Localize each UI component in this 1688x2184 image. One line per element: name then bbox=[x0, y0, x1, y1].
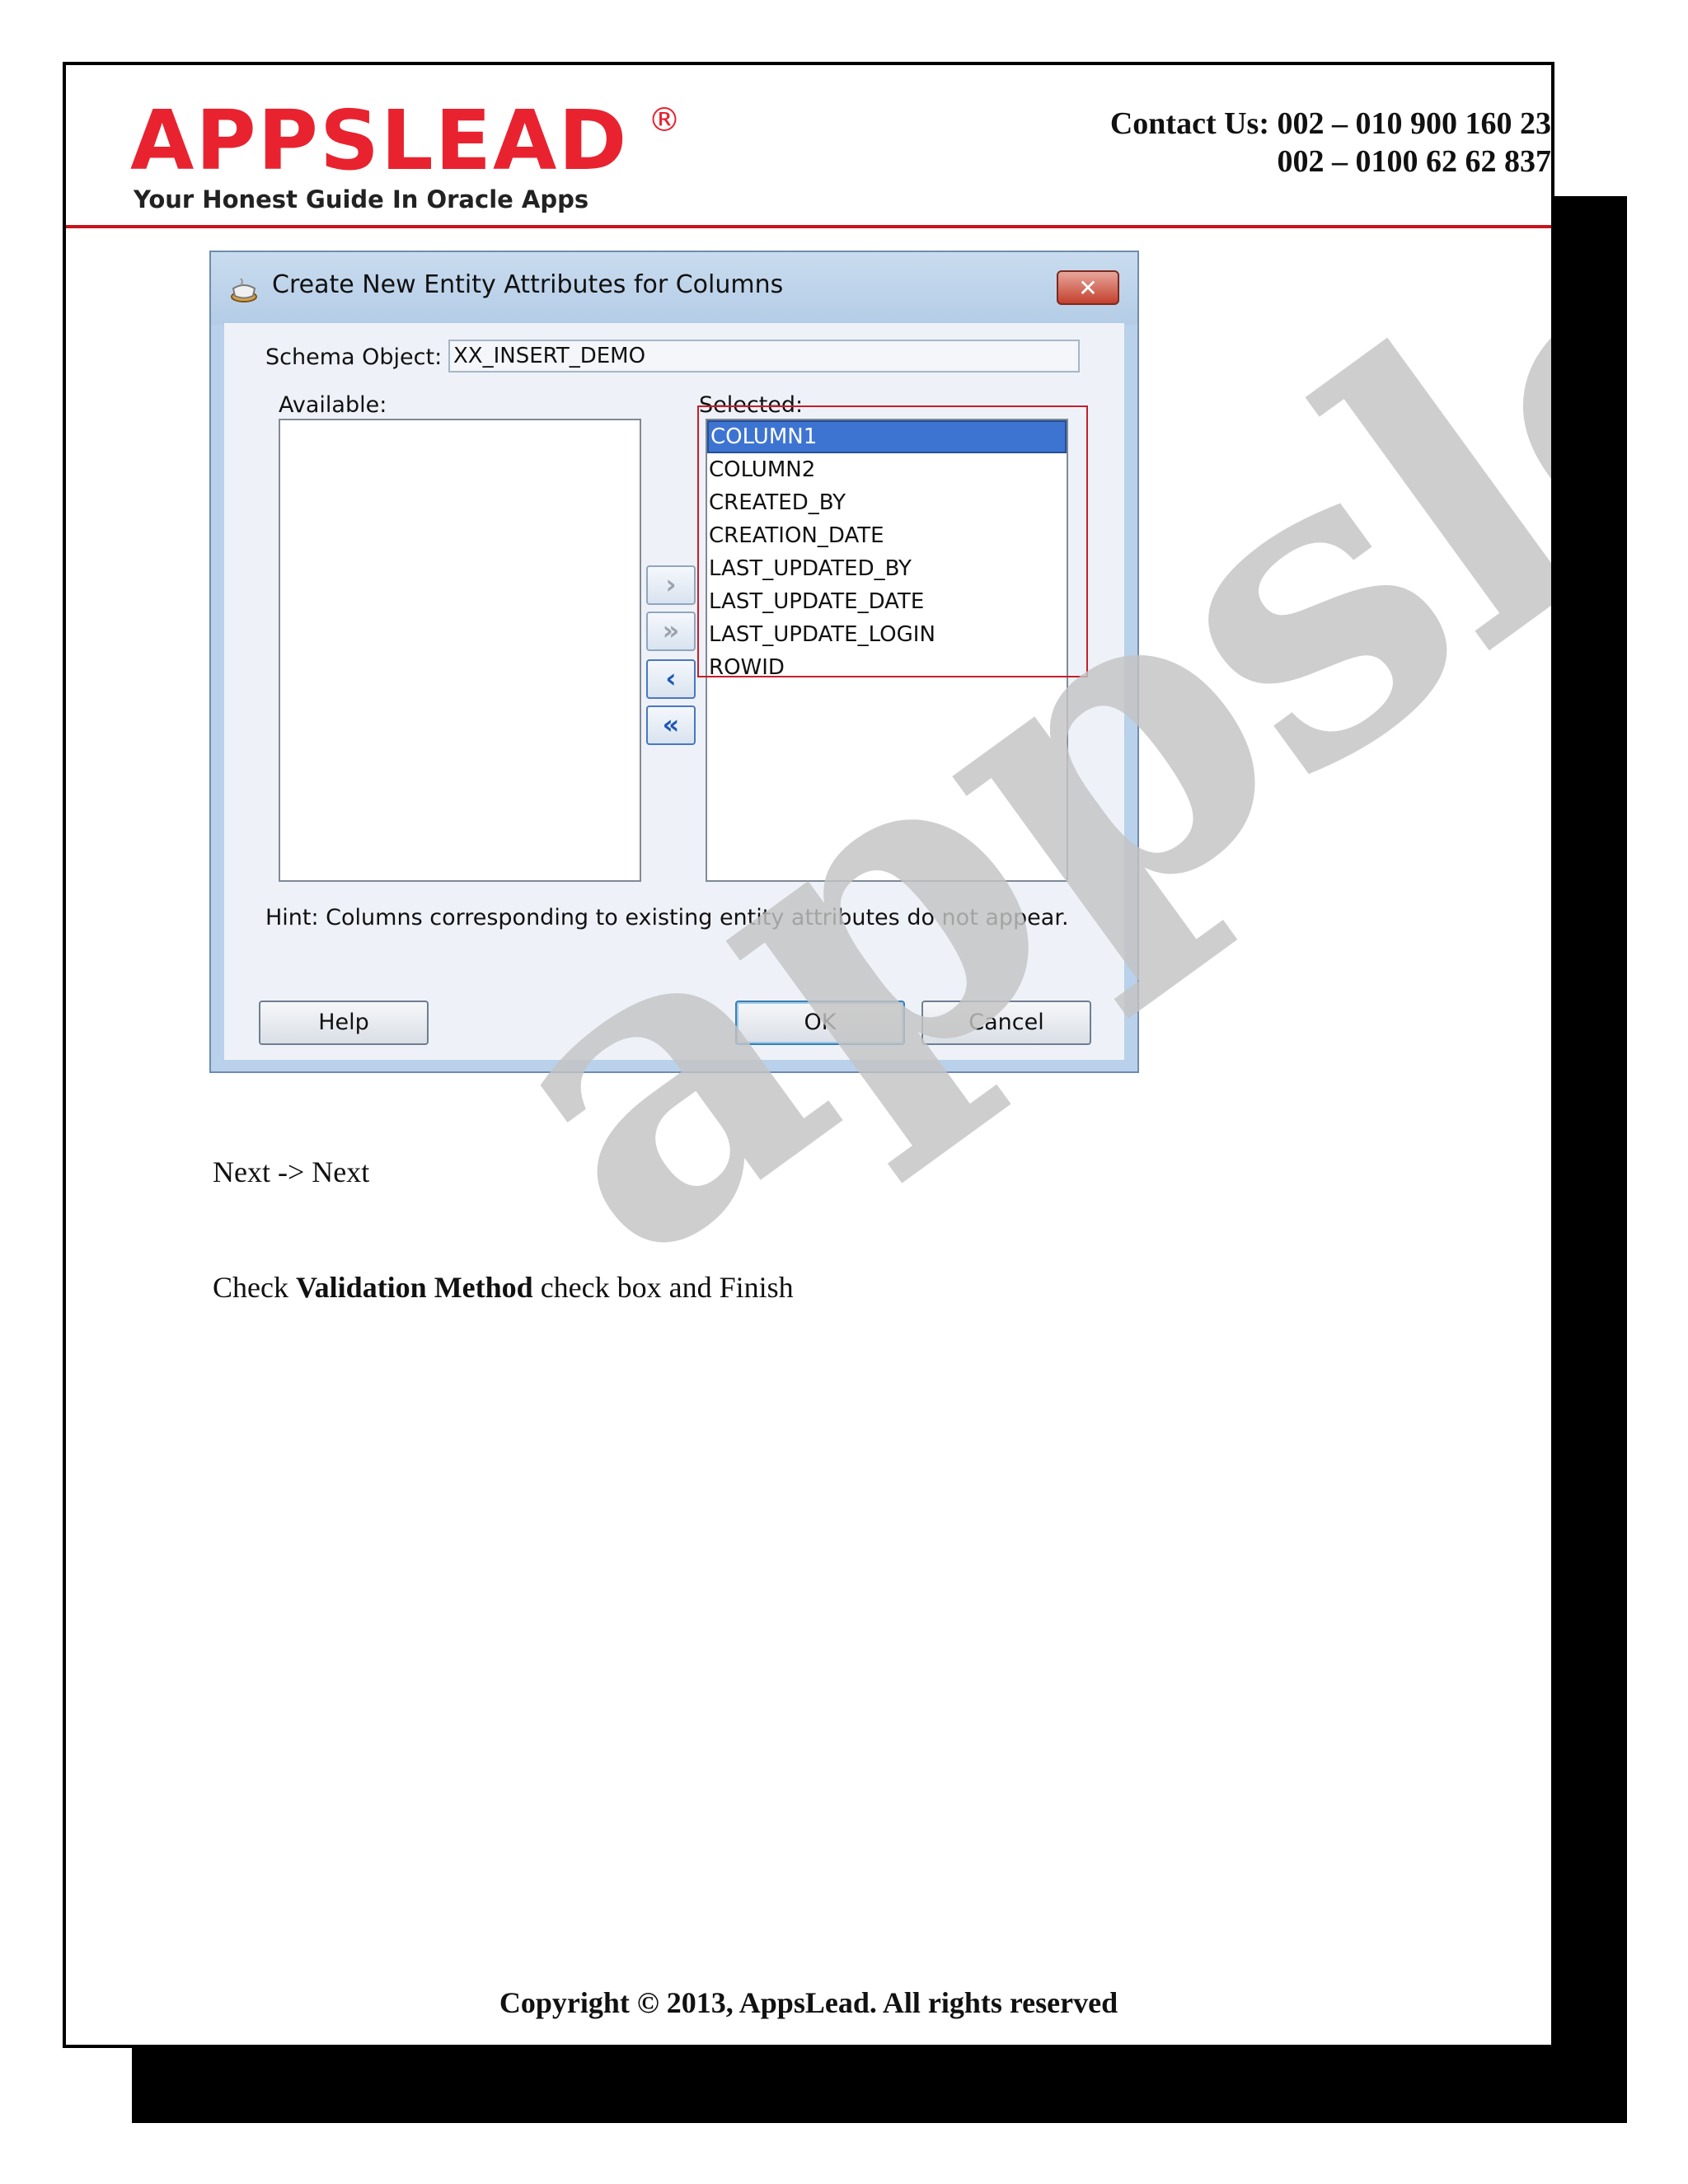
header-divider bbox=[66, 225, 1551, 228]
registered-mark: ® bbox=[648, 101, 681, 139]
move-all-left-button[interactable]: « bbox=[646, 705, 696, 745]
move-all-right-button[interactable]: » bbox=[646, 612, 696, 651]
cancel-button[interactable]: Cancel bbox=[921, 1001, 1091, 1045]
copyright-footer: Copyright © 2013, AppsLead. All rights r… bbox=[499, 1986, 1118, 2019]
dialog-title: Create New Entity Attributes for Columns bbox=[272, 270, 784, 299]
instruction-validation: Check Validation Method check box and Fi… bbox=[213, 1270, 794, 1305]
chevron-left-icon: ‹ bbox=[665, 663, 677, 694]
list-item[interactable]: LAST_UPDATE_LOGIN bbox=[707, 618, 1067, 651]
list-item[interactable]: COLUMN2 bbox=[707, 453, 1067, 486]
list-item[interactable]: LAST_UPDATED_BY bbox=[707, 552, 1067, 585]
available-list[interactable] bbox=[279, 419, 641, 882]
contact-line-2: 002 – 0100 62 62 837 bbox=[1277, 144, 1552, 179]
dialog-titlebar[interactable]: Create New Entity Attributes for Columns… bbox=[211, 252, 1137, 325]
move-left-button[interactable]: ‹ bbox=[646, 659, 696, 699]
dialog-body: Schema Object: XX_INSERT_DEMO Available:… bbox=[224, 323, 1124, 1060]
help-button[interactable]: Help bbox=[259, 1001, 429, 1045]
instruction-suffix: check box and Finish bbox=[532, 1271, 794, 1304]
schema-object-label: Schema Object: bbox=[265, 344, 443, 370]
create-entity-attributes-dialog: Create New Entity Attributes for Columns… bbox=[209, 251, 1139, 1073]
list-item[interactable]: CREATED_BY bbox=[707, 486, 1067, 519]
cancel-button-label: Cancel bbox=[968, 1010, 1044, 1035]
list-item[interactable]: CREATION_DATE bbox=[707, 519, 1067, 552]
move-right-button[interactable]: › bbox=[646, 565, 696, 605]
help-button-label: Help bbox=[318, 1010, 369, 1035]
double-chevron-left-icon: « bbox=[662, 709, 680, 740]
selected-list[interactable]: COLUMN1 COLUMN2 CREATED_BY CREATION_DATE… bbox=[706, 419, 1068, 882]
app-cup-icon bbox=[231, 278, 257, 302]
logo-tagline: Your Honest Guide In Oracle Apps bbox=[134, 185, 589, 213]
ok-button-label: OK bbox=[804, 1010, 837, 1035]
document-page: APPSLEAD ® Your Honest Guide In Oracle A… bbox=[63, 62, 1554, 2048]
instruction-prefix: Check bbox=[213, 1271, 296, 1304]
schema-object-field[interactable]: XX_INSERT_DEMO bbox=[448, 340, 1080, 373]
validation-method-term: Validation Method bbox=[295, 1271, 533, 1304]
list-item[interactable]: COLUMN1 bbox=[707, 420, 1067, 453]
instruction-next: Next -> Next bbox=[213, 1155, 370, 1188]
chevron-right-icon: › bbox=[665, 569, 677, 600]
selected-label: Selected: bbox=[699, 392, 804, 418]
ok-button[interactable]: OK bbox=[735, 1001, 905, 1045]
contact-info: Contact Us: 002 – 010 900 160 23 002 – 0… bbox=[1110, 105, 1551, 180]
contact-line-1: Contact Us: 002 – 010 900 160 23 bbox=[1109, 106, 1551, 141]
list-item[interactable]: LAST_UPDATE_DATE bbox=[707, 585, 1067, 618]
hint-text: Hint: Columns corresponding to existing … bbox=[265, 905, 1069, 930]
list-item[interactable]: ROWID bbox=[707, 651, 1067, 684]
logo-wordmark: APPSLEAD bbox=[130, 92, 629, 189]
appslead-logo: APPSLEAD ® Your Honest Guide In Oracle A… bbox=[130, 92, 691, 214]
double-chevron-right-icon: » bbox=[662, 615, 680, 646]
available-label: Available: bbox=[279, 392, 387, 418]
close-button[interactable]: ✕ bbox=[1057, 270, 1119, 305]
